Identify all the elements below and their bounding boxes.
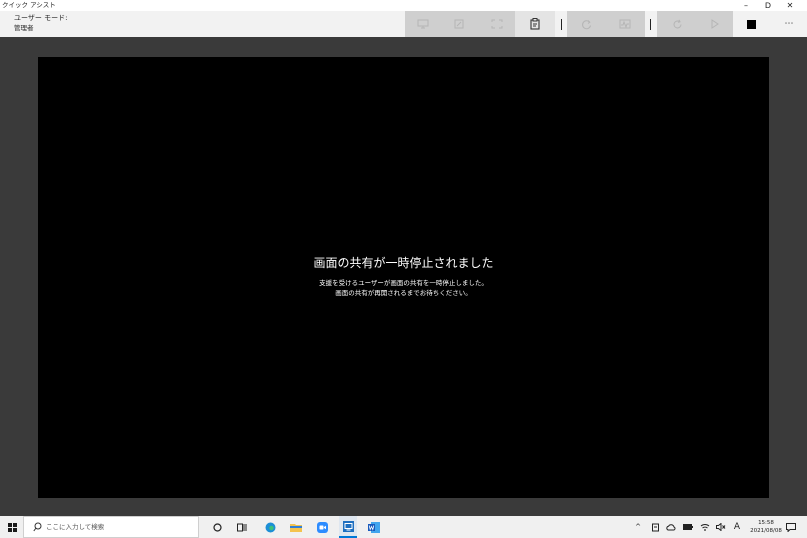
windows-icon: [7, 522, 17, 532]
restart-button[interactable]: [567, 11, 605, 37]
cortana-icon: [212, 522, 222, 532]
monitor-icon: [417, 19, 428, 29]
notification-center-button[interactable]: [784, 516, 798, 538]
quick-assist-icon: [342, 520, 354, 532]
more-options-button[interactable]: ⋯: [771, 11, 807, 37]
task-view-button[interactable]: [233, 516, 251, 538]
notification-icon: [786, 522, 796, 532]
toggle-instruction-channel-button[interactable]: [515, 11, 555, 37]
more-icon: ⋯: [784, 19, 794, 29]
tray-network[interactable]: [698, 516, 712, 538]
tray-onedrive[interactable]: [648, 516, 662, 538]
wifi-icon: [700, 524, 710, 531]
battery-icon: [683, 524, 693, 530]
tray-meet-now[interactable]: [664, 516, 678, 538]
title-bar: クイック アシスト – ᗞ ✕: [0, 0, 807, 11]
toolbar-separator: [650, 19, 651, 30]
video-call-icon: [316, 521, 328, 533]
taskbar-quick-assist[interactable]: [339, 516, 357, 538]
user-mode-value: 管理者: [14, 24, 34, 32]
close-button[interactable]: ✕: [779, 0, 801, 11]
show-hidden-icons-button[interactable]: ^: [632, 516, 644, 538]
taskbar: ここに入力して検索 ^ A 15:58 2021/08/08: [0, 516, 807, 538]
task-manager-icon: [619, 19, 631, 29]
end-session-button[interactable]: [733, 11, 769, 37]
sharing-paused-message: 支援を受けるユーザーが画面の共有を一時停止しました。 画面の共有が再開されるまで…: [38, 278, 769, 298]
toolbar: ユーザー モード: 管理者 ⋯: [0, 11, 807, 37]
taskbar-file-explorer[interactable]: [287, 516, 305, 538]
actual-size-button[interactable]: [478, 11, 515, 37]
restore-button[interactable]: ᗞ: [757, 0, 779, 11]
taskbar-word[interactable]: [365, 516, 383, 538]
task-manager-button[interactable]: [605, 11, 645, 37]
cloud-icon: [666, 523, 676, 530]
tray-ime[interactable]: A: [731, 516, 743, 538]
start-button[interactable]: [4, 516, 20, 538]
resume-button[interactable]: [697, 11, 733, 37]
clock-date: 2021/08/08: [750, 528, 782, 534]
sharing-paused-title: 画面の共有が一時停止されました: [313, 256, 494, 270]
fit-screen-icon: [491, 19, 502, 29]
remote-screen-area: 画面の共有が一時停止されました 支援を受けるユーザーが画面の共有を一時停止しまし…: [38, 57, 769, 498]
folder-icon: [290, 524, 302, 532]
reconnect-button[interactable]: [657, 11, 697, 37]
sharing-paused-message-line2: 画面の共有が再開されるまでお待ちください。: [335, 289, 472, 297]
taskbar-zoom[interactable]: [313, 516, 331, 538]
search-icon: [33, 522, 42, 532]
cortana-button[interactable]: [208, 516, 226, 538]
taskbar-search-box[interactable]: ここに入力して検索: [23, 516, 199, 538]
chevron-up-icon: ^: [635, 523, 641, 531]
annotate-button[interactable]: [440, 11, 478, 37]
search-placeholder: ここに入力して検索: [46, 523, 105, 531]
tray-clock[interactable]: 15:58 2021/08/08: [750, 519, 782, 535]
onedrive-icon: [651, 523, 659, 531]
taskbar-edge[interactable]: [261, 516, 279, 538]
pen-icon: [454, 19, 464, 29]
tray-battery[interactable]: [681, 516, 695, 538]
toolbar-separator: [561, 19, 562, 30]
app-title: クイック アシスト: [2, 1, 56, 9]
select-monitor-button[interactable]: [405, 11, 440, 37]
minimize-button[interactable]: –: [735, 0, 757, 11]
user-mode-label: ユーザー モード:: [14, 14, 68, 22]
stop-icon: [746, 19, 756, 29]
refresh-icon: [673, 19, 681, 28]
sharing-paused-message-line1: 支援を受けるユーザーが画面の共有を一時停止しました。: [319, 279, 488, 287]
clock-time: 15:58: [758, 520, 774, 526]
play-icon: [711, 19, 719, 29]
tray-volume[interactable]: [714, 516, 728, 538]
restart-icon: [581, 19, 591, 29]
speaker-icon: [716, 523, 726, 531]
word-icon: [368, 521, 380, 533]
edge-icon: [265, 522, 275, 532]
clipboard-icon: [530, 18, 540, 30]
task-view-icon: [237, 523, 247, 531]
